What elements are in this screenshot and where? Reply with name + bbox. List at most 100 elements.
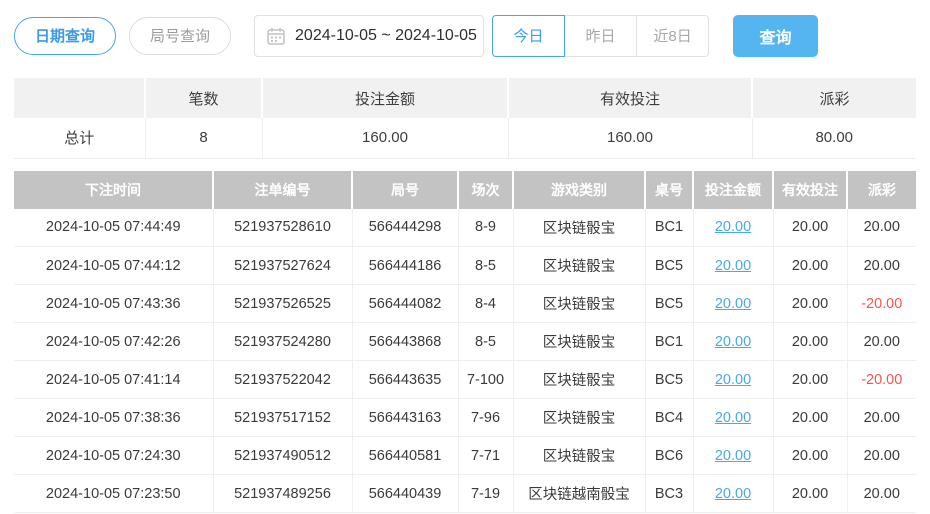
cell-payout: 20.00 (847, 474, 916, 513)
cell-payout: 20.00 (847, 436, 916, 475)
summary-total-payout: 80.00 (752, 118, 916, 159)
cell-table_no: BC4 (645, 398, 694, 437)
cell-table_no: BC1 (645, 208, 694, 247)
cell-round_no: 566440439 (352, 474, 459, 513)
round-query-tab[interactable]: 局号查询 (129, 16, 232, 55)
table-row: 2024-10-05 07:24:30 521937490512 566440581… (14, 436, 916, 475)
records-table: 下注时间 注单编号 局号 场次 游戏类别 桌号 投注金额 有效投注 派彩 202… (14, 170, 916, 513)
bet-amount-link[interactable]: 20.00 (715, 372, 751, 388)
summary-col-valid-bet: 有效投注 (508, 78, 753, 118)
col-bet-time: 下注时间 (14, 170, 214, 209)
date-range-value: 2024-10-05 ~ 2024-10-05 (295, 26, 477, 44)
col-order-number: 注单编号 (213, 170, 353, 209)
col-session: 场次 (458, 170, 514, 209)
cell-round_no: 566444186 (352, 246, 459, 285)
query-toolbar: 日期查询 局号查询 2024-10-05 ~ 2024-10-05 今日 昨日 … (0, 0, 930, 57)
cell-valid: 20.00 (773, 246, 848, 285)
col-table-number: 桌号 (645, 170, 694, 209)
cell-session: 7-96 (458, 398, 514, 437)
cell-game: 区块链骰宝 (513, 246, 646, 285)
cell-table_no: BC5 (645, 284, 694, 323)
table-row: 2024-10-05 07:41:14 521937522042 566443635… (14, 360, 916, 399)
cell-table_no: BC1 (645, 322, 694, 361)
col-payout: 派彩 (847, 170, 916, 209)
summary-section: 笔数 投注金额 有效投注 派彩 总计 8 160.00 160.00 80.00 (0, 56, 930, 159)
cell-round_no: 566440581 (352, 436, 459, 475)
cell-session: 8-5 (458, 246, 514, 285)
cell-valid: 20.00 (773, 474, 848, 513)
cell-session: 7-19 (458, 474, 514, 513)
bet-amount-link[interactable]: 20.00 (715, 296, 751, 312)
search-button[interactable]: 查询 (733, 14, 819, 57)
summary-col-bet-amount: 投注金额 (262, 78, 509, 118)
date-query-tab[interactable]: 日期查询 (14, 16, 117, 55)
col-game-type: 游戏类别 (513, 170, 646, 209)
cell-table_no: BC5 (645, 246, 694, 285)
calendar-icon (267, 27, 285, 45)
cell-game: 区块链骰宝 (513, 398, 646, 437)
cell-time: 2024-10-05 07:42:26 (14, 322, 214, 361)
cell-round_no: 566443635 (352, 360, 459, 399)
cell-valid: 20.00 (773, 208, 848, 247)
cell-payout: -20.00 (847, 284, 916, 323)
cell-session: 7-71 (458, 436, 514, 475)
cell-order_no: 521937490512 (213, 436, 353, 475)
table-row: 2024-10-05 07:43:36 521937526525 566444082… (14, 284, 916, 323)
cell-order_no: 521937526525 (213, 284, 353, 323)
table-row: 2024-10-05 07:23:50 521937489256 566440439… (14, 474, 916, 513)
bet-amount-link[interactable]: 20.00 (715, 258, 751, 274)
cell-bet: 20.00 (693, 284, 774, 323)
records-header-row: 下注时间 注单编号 局号 场次 游戏类别 桌号 投注金额 有效投注 派彩 (14, 170, 916, 209)
cell-round_no: 566444082 (352, 284, 459, 323)
cell-bet: 20.00 (693, 398, 774, 437)
summary-total-label: 总计 (14, 118, 146, 159)
cell-game: 区块链骰宝 (513, 322, 646, 361)
cell-game: 区块链骰宝 (513, 436, 646, 475)
cell-valid: 20.00 (773, 360, 848, 399)
cell-session: 8-9 (458, 208, 514, 247)
cell-time: 2024-10-05 07:24:30 (14, 436, 214, 475)
table-row: 2024-10-05 07:38:36 521937517152 566443163… (14, 398, 916, 437)
cell-time: 2024-10-05 07:44:49 (14, 208, 214, 247)
cell-payout: 20.00 (847, 398, 916, 437)
summary-total-row: 总计 8 160.00 160.00 80.00 (14, 118, 916, 159)
cell-session: 7-100 (458, 360, 514, 399)
bet-amount-link[interactable]: 20.00 (715, 486, 751, 502)
cell-table_no: BC6 (645, 436, 694, 475)
date-range-input[interactable]: 2024-10-05 ~ 2024-10-05 (254, 14, 485, 57)
bet-amount-link[interactable]: 20.00 (715, 219, 751, 235)
cell-bet: 20.00 (693, 436, 774, 475)
cell-valid: 20.00 (773, 284, 848, 323)
cell-order_no: 521937489256 (213, 474, 353, 513)
quick-range-today[interactable]: 今日 (492, 14, 566, 57)
summary-total-bet-amount: 160.00 (262, 118, 509, 159)
cell-order_no: 521937517152 (213, 398, 353, 437)
bet-amount-link[interactable]: 20.00 (715, 448, 751, 464)
table-row: 2024-10-05 07:44:49 521937528610 566444298… (14, 208, 916, 247)
cell-game: 区块链骰宝 (513, 284, 646, 323)
cell-order_no: 521937524280 (213, 322, 353, 361)
cell-payout: 20.00 (847, 322, 916, 361)
cell-bet: 20.00 (693, 246, 774, 285)
summary-col-blank (14, 78, 146, 118)
records-body: 2024-10-05 07:44:49 521937528610 566444298… (14, 208, 916, 513)
summary-col-count: 笔数 (145, 78, 263, 118)
cell-table_no: BC5 (645, 360, 694, 399)
quick-range-last8days[interactable]: 近8日 (636, 14, 710, 57)
col-round-number: 局号 (352, 170, 459, 209)
cell-time: 2024-10-05 07:23:50 (14, 474, 214, 513)
bet-amount-link[interactable]: 20.00 (715, 334, 751, 350)
cell-time: 2024-10-05 07:43:36 (14, 284, 214, 323)
bet-amount-link[interactable]: 20.00 (715, 410, 751, 426)
quick-range-group: 今日 昨日 近8日 (492, 14, 710, 57)
cell-valid: 20.00 (773, 436, 848, 475)
cell-session: 8-4 (458, 284, 514, 323)
summary-table: 笔数 投注金额 有效投注 派彩 总计 8 160.00 160.00 80.00 (14, 78, 916, 159)
cell-bet: 20.00 (693, 208, 774, 247)
cell-bet: 20.00 (693, 322, 774, 361)
quick-range-yesterday[interactable]: 昨日 (564, 14, 638, 57)
cell-round_no: 566443163 (352, 398, 459, 437)
summary-header-row: 笔数 投注金额 有效投注 派彩 (14, 78, 916, 118)
cell-game: 区块链骰宝 (513, 360, 646, 399)
cell-time: 2024-10-05 07:38:36 (14, 398, 214, 437)
